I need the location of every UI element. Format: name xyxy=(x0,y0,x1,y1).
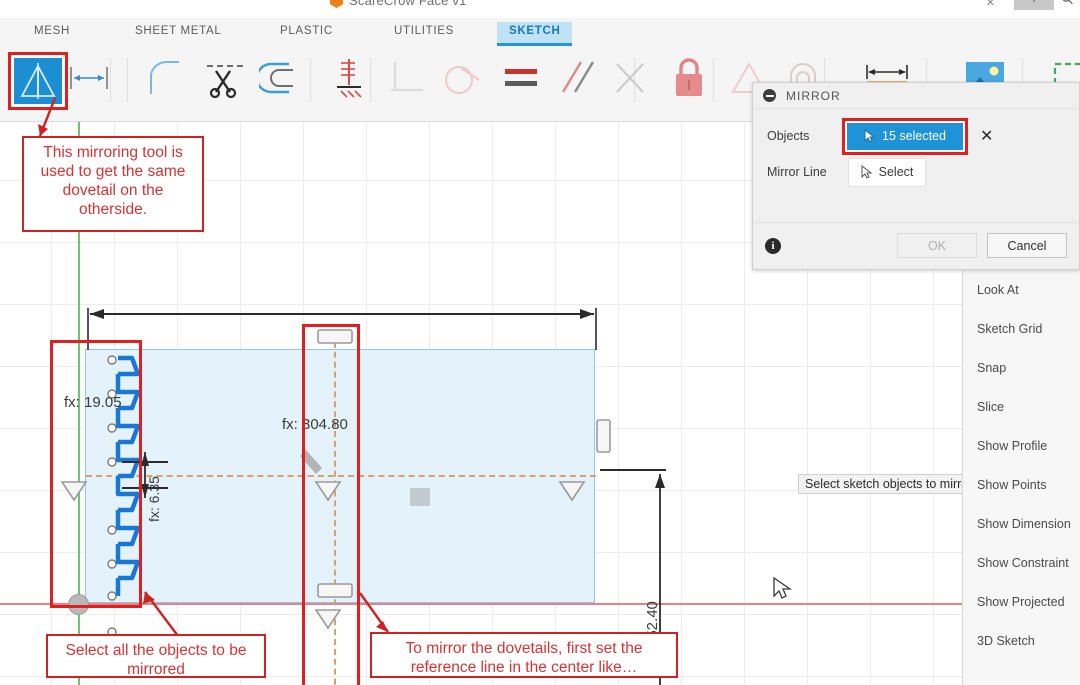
mirror-icon xyxy=(14,58,62,104)
mirror-dialog-title: MIRROR xyxy=(786,88,841,103)
menu-item-3d-sketch[interactable]: 3D Sketch xyxy=(963,621,1080,660)
mirror-line-label: Mirror Line xyxy=(767,165,827,179)
mirror-dialog-header[interactable]: MIRROR xyxy=(753,83,1079,109)
mirror-tool-highlight xyxy=(8,52,68,110)
menu-item-sketch-grid[interactable]: Sketch Grid xyxy=(963,309,1080,348)
title-bar: ScareCrow Face v1 × + ⚲ xyxy=(0,0,1080,18)
mirror-dialog-body: Objects 15 selected ✕ Mirror Line Select xyxy=(753,109,1079,222)
menu-item-show-constraint[interactable]: Show Constraint xyxy=(963,543,1080,582)
info-icon[interactable]: i xyxy=(765,237,781,254)
dovetail-selection-box[interactable] xyxy=(50,340,142,608)
menu-item-show-points[interactable]: Show Points xyxy=(963,465,1080,504)
document-tab[interactable]: ScareCrow Face v1 xyxy=(330,0,467,8)
menu-item-snap[interactable]: Snap xyxy=(963,348,1080,387)
ribbon-tab-bar: MESH SHEET METAL PLASTIC UTILITIES SKETC… xyxy=(0,18,1080,48)
ribbon-tab-utilities[interactable]: UTILITIES xyxy=(382,22,466,43)
menu-item-look-at[interactable]: Look At xyxy=(963,270,1080,309)
collapse-icon[interactable] xyxy=(763,89,776,102)
cursor-arrow-icon xyxy=(864,128,876,143)
mouse-cursor-icon xyxy=(773,577,793,599)
menu-item-slice[interactable]: Slice xyxy=(963,387,1080,426)
cancel-button[interactable]: Cancel xyxy=(987,233,1067,258)
x-axis-line xyxy=(0,603,1080,605)
clear-selection-icon[interactable]: ✕ xyxy=(980,126,993,146)
sketch-palette-menu: Look At Sketch Grid Snap Slice Show Prof… xyxy=(962,270,1080,685)
ribbon-tab-sheet-metal[interactable]: SHEET METAL xyxy=(123,22,234,43)
ribbon-tab-plastic[interactable]: PLASTIC xyxy=(268,22,345,43)
break-icon[interactable] xyxy=(322,52,376,104)
fusion360-window: ScareCrow Face v1 × + ⚲ MESH SHEET METAL… xyxy=(0,0,1080,685)
centerline-selection-box[interactable] xyxy=(302,324,360,685)
select-objects-annotation: Select all the objects to be mirrored xyxy=(46,634,266,678)
reference-line-annotation: To mirror the dovetails, first set the r… xyxy=(370,632,678,678)
extend-icon[interactable] xyxy=(254,52,308,104)
objects-selection-highlight: 15 selected xyxy=(842,117,968,155)
trim-scissors-icon[interactable] xyxy=(198,52,252,104)
intersect-icon[interactable] xyxy=(604,52,658,104)
mirror-dialog-footer: i OK Cancel xyxy=(753,222,1079,268)
cursor-tooltip: Select sketch objects to mirror xyxy=(798,474,980,494)
document-title: ScareCrow Face v1 xyxy=(349,0,467,8)
objects-selected-count: 15 selected xyxy=(882,129,946,143)
mirror-line-select-label: Select xyxy=(878,165,914,179)
menu-item-show-projected[interactable]: Show Projected xyxy=(963,582,1080,621)
objects-select-button[interactable]: 15 selected xyxy=(847,122,963,150)
objects-row: Objects 15 selected ✕ xyxy=(753,117,1079,155)
dovetail-spacing-dimension-label[interactable]: fx: 6.35 xyxy=(146,476,162,522)
perpendicular-icon[interactable] xyxy=(380,52,434,104)
objects-label: Objects xyxy=(767,129,810,143)
mirror-line-row: Mirror Line Select xyxy=(753,154,1079,190)
fix-lock-icon[interactable] xyxy=(662,52,716,104)
cursor-arrow-icon xyxy=(861,164,873,179)
mirror-dialog: MIRROR Objects 15 selected ✕ Mirror Line xyxy=(752,82,1080,270)
mirror-tool-annotation: This mirroring tool is used to get the s… xyxy=(22,136,204,232)
mirror-tool-button[interactable] xyxy=(8,52,68,110)
offset-icon[interactable] xyxy=(62,52,116,104)
close-icon[interactable]: × xyxy=(986,0,995,11)
parallel-icon[interactable] xyxy=(550,52,604,104)
ribbon-tab-mesh[interactable]: MESH xyxy=(22,22,82,43)
new-tab-button[interactable]: + xyxy=(1014,0,1054,10)
mirror-line-select-button[interactable]: Select xyxy=(848,157,926,187)
search-icon[interactable]: ⚲ xyxy=(1057,0,1078,9)
fillet-icon[interactable] xyxy=(138,52,192,104)
equal-icon[interactable] xyxy=(494,52,548,104)
document-icon xyxy=(330,0,343,8)
menu-item-show-profile[interactable]: Show Profile xyxy=(963,426,1080,465)
ribbon-tab-sketch[interactable]: SKETCH xyxy=(497,22,573,46)
ok-button[interactable]: OK xyxy=(897,233,977,258)
tangent-circle-icon[interactable] xyxy=(434,52,488,104)
menu-item-show-dimension[interactable]: Show Dimension xyxy=(963,504,1080,543)
